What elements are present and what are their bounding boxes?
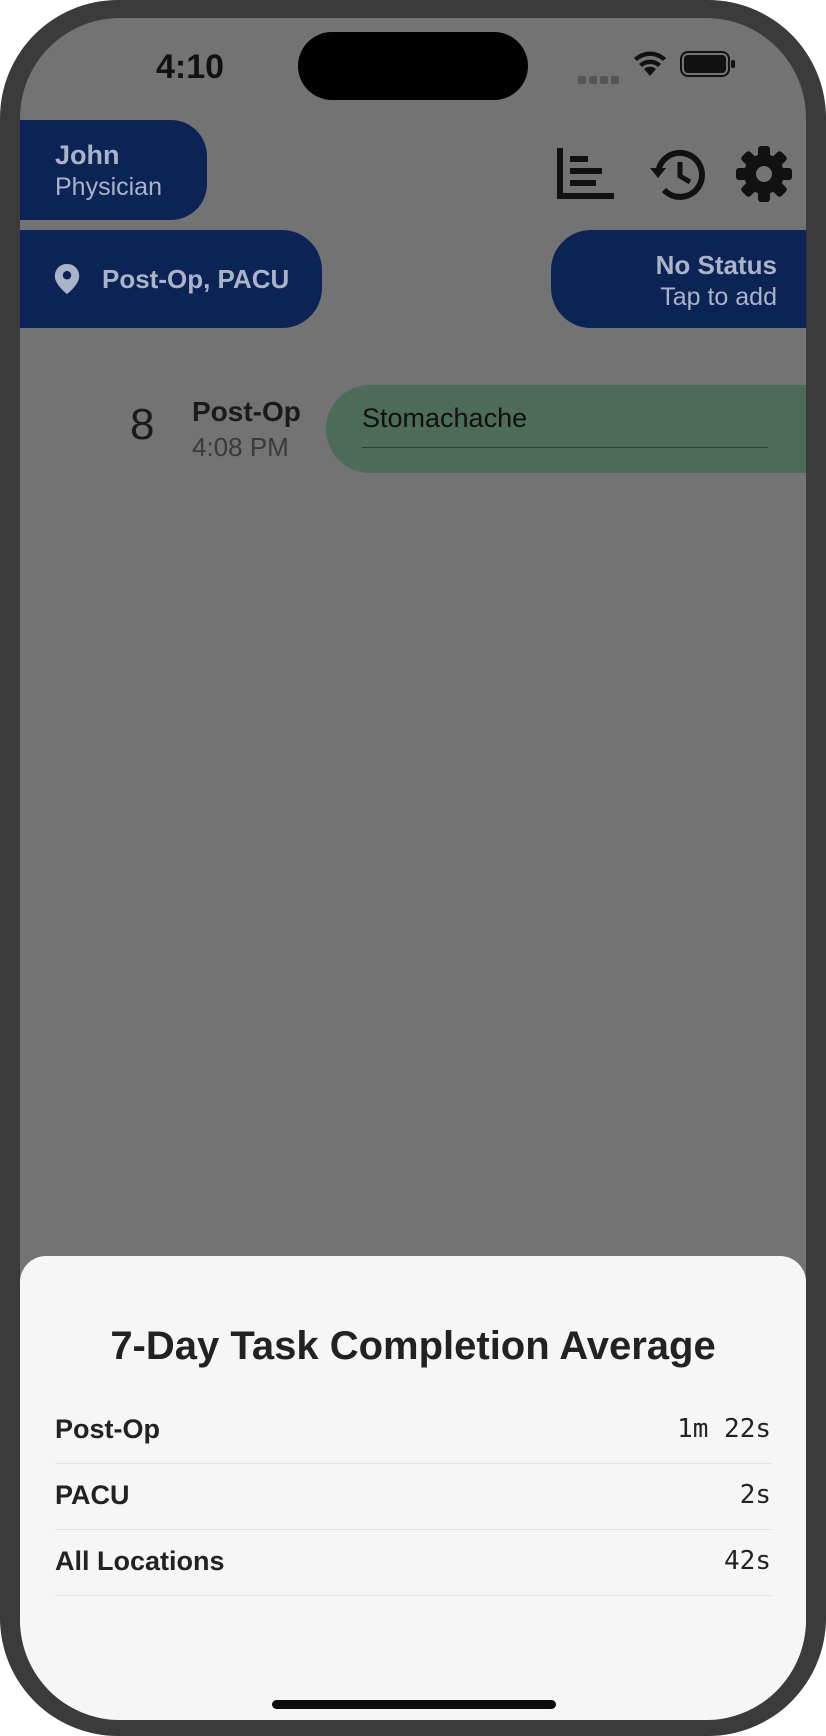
wifi-icon [634, 51, 666, 76]
settings-icon[interactable] [736, 146, 792, 202]
status-subtitle: Tap to add [660, 283, 777, 311]
status-title: No Status [655, 250, 777, 280]
task-time: 4:08 PM [192, 432, 289, 462]
average-row-label: PACU [55, 1480, 130, 1510]
task-location: Post-Op [192, 396, 301, 427]
user-name: John [55, 140, 120, 170]
bar-chart-icon[interactable] [556, 146, 616, 202]
battery-icon [680, 51, 735, 77]
divider [362, 447, 768, 448]
cellular-signal-icon [578, 71, 622, 89]
task-number: 8 [130, 400, 155, 449]
screen: 4:10 John Physician Post-Op, PACU No Sta… [20, 18, 806, 1720]
location-selector-button[interactable]: Post-Op, PACU [20, 230, 322, 328]
completion-average-sheet: 7-Day Task Completion Average Post-Op 1m… [20, 1256, 806, 1720]
average-row-value: 1m 22s [677, 1414, 771, 1444]
average-row: PACU 2s [55, 1464, 771, 1530]
task-card[interactable]: Stomachache [326, 385, 806, 473]
average-row-value: 42s [724, 1546, 771, 1576]
average-row-value: 2s [739, 1480, 771, 1510]
history-icon[interactable] [648, 146, 708, 204]
dynamic-island [298, 32, 528, 100]
home-indicator[interactable] [272, 1700, 556, 1709]
user-role: Physician [55, 173, 162, 201]
location-pin-icon [54, 264, 80, 294]
status-time: 4:10 [155, 48, 225, 86]
sheet-title: 7-Day Task Completion Average [110, 1324, 716, 1368]
average-row-label: Post-Op [55, 1414, 160, 1444]
average-row: Post-Op 1m 22s [55, 1398, 771, 1464]
status-button[interactable]: No Status Tap to add [551, 230, 806, 328]
average-row-label: All Locations [55, 1546, 225, 1576]
location-label: Post-Op, PACU [102, 263, 290, 294]
user-profile-button[interactable]: John Physician [20, 120, 207, 220]
average-row: All Locations 42s [55, 1530, 771, 1596]
task-label: Stomachache [362, 403, 528, 433]
